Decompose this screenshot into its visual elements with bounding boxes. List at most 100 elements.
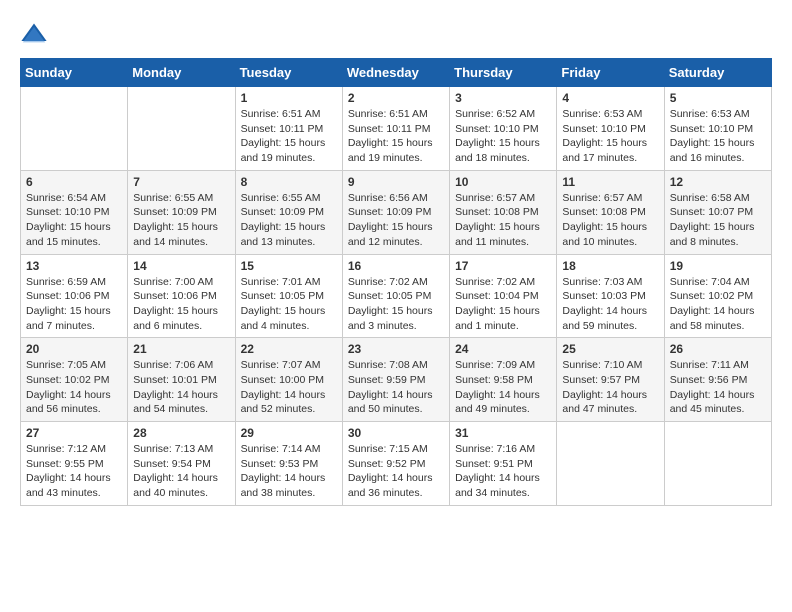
day-header-sunday: Sunday <box>21 59 128 87</box>
day-info: Sunrise: 7:10 AM Sunset: 9:57 PM Dayligh… <box>562 358 658 417</box>
day-info: Sunrise: 6:55 AM Sunset: 10:09 PM Daylig… <box>241 191 337 250</box>
calendar-cell: 3 Sunrise: 6:52 AM Sunset: 10:10 PM Dayli… <box>450 87 557 171</box>
day-info: Sunrise: 7:06 AM Sunset: 10:01 PM Daylig… <box>133 358 229 417</box>
logo-icon <box>20 20 48 48</box>
day-number: 8 <box>241 175 337 189</box>
day-number: 26 <box>670 342 766 356</box>
day-number: 22 <box>241 342 337 356</box>
calendar-cell: 19 Sunrise: 7:04 AM Sunset: 10:02 PM Dayl… <box>664 254 771 338</box>
calendar-cell: 23 Sunrise: 7:08 AM Sunset: 9:59 PM Dayli… <box>342 338 449 422</box>
calendar-cell: 7 Sunrise: 6:55 AM Sunset: 10:09 PM Dayli… <box>128 170 235 254</box>
calendar-week-row: 6 Sunrise: 6:54 AM Sunset: 10:10 PM Dayli… <box>21 170 772 254</box>
calendar-cell: 12Sunrise: 6:58 AM Sunset: 10:07 PM Dayl… <box>664 170 771 254</box>
day-header-tuesday: Tuesday <box>235 59 342 87</box>
calendar-cell <box>21 87 128 171</box>
calendar-week-row: 1 Sunrise: 6:51 AM Sunset: 10:11 PM Dayli… <box>21 87 772 171</box>
day-info: Sunrise: 7:14 AM Sunset: 9:53 PM Dayligh… <box>241 442 337 501</box>
calendar-cell <box>664 422 771 506</box>
day-info: Sunrise: 7:13 AM Sunset: 9:54 PM Dayligh… <box>133 442 229 501</box>
day-number: 18 <box>562 259 658 273</box>
day-info: Sunrise: 7:00 AM Sunset: 10:06 PM Daylig… <box>133 275 229 334</box>
calendar-cell: 11 Sunrise: 6:57 AM Sunset: 10:08 PM Dayl… <box>557 170 664 254</box>
calendar-cell: 10Sunrise: 6:57 AM Sunset: 10:08 PM Dayl… <box>450 170 557 254</box>
day-info: Sunrise: 7:09 AM Sunset: 9:58 PM Dayligh… <box>455 358 551 417</box>
day-info: Sunrise: 6:51 AM Sunset: 10:11 PM Daylig… <box>241 107 337 166</box>
day-header-friday: Friday <box>557 59 664 87</box>
day-number: 15 <box>241 259 337 273</box>
day-info: Sunrise: 6:52 AM Sunset: 10:10 PM Daylig… <box>455 107 551 166</box>
calendar-cell: 17 Sunrise: 7:02 AM Sunset: 10:04 PM Dayl… <box>450 254 557 338</box>
day-info: Sunrise: 7:03 AM Sunset: 10:03 PM Daylig… <box>562 275 658 334</box>
calendar-cell <box>557 422 664 506</box>
calendar-cell: 21 Sunrise: 7:06 AM Sunset: 10:01 PM Dayl… <box>128 338 235 422</box>
calendar-cell: 24 Sunrise: 7:09 AM Sunset: 9:58 PM Dayli… <box>450 338 557 422</box>
calendar-cell <box>128 87 235 171</box>
day-number: 20 <box>26 342 122 356</box>
day-info: Sunrise: 7:02 AM Sunset: 10:05 PM Daylig… <box>348 275 444 334</box>
day-number: 16 <box>348 259 444 273</box>
calendar-cell: 25 Sunrise: 7:10 AM Sunset: 9:57 PM Dayli… <box>557 338 664 422</box>
calendar-cell: 13 Sunrise: 6:59 AM Sunset: 10:06 PM Dayl… <box>21 254 128 338</box>
day-number: 24 <box>455 342 551 356</box>
calendar-cell: 6 Sunrise: 6:54 AM Sunset: 10:10 PM Dayli… <box>21 170 128 254</box>
calendar-week-row: 13 Sunrise: 6:59 AM Sunset: 10:06 PM Dayl… <box>21 254 772 338</box>
calendar-cell: 8 Sunrise: 6:55 AM Sunset: 10:09 PM Dayli… <box>235 170 342 254</box>
day-info: Sunrise: 6:59 AM Sunset: 10:06 PM Daylig… <box>26 275 122 334</box>
day-number: 28 <box>133 426 229 440</box>
calendar-cell: 31 Sunrise: 7:16 AM Sunset: 9:51 PM Dayli… <box>450 422 557 506</box>
calendar-cell: 18 Sunrise: 7:03 AM Sunset: 10:03 PM Dayl… <box>557 254 664 338</box>
day-number: 6 <box>26 175 122 189</box>
day-number: 25 <box>562 342 658 356</box>
day-number: 11 <box>562 175 658 189</box>
calendar-week-row: 20 Sunrise: 7:05 AM Sunset: 10:02 PM Dayl… <box>21 338 772 422</box>
day-number: 30 <box>348 426 444 440</box>
calendar-cell: 15Sunrise: 7:01 AM Sunset: 10:05 PM Dayl… <box>235 254 342 338</box>
day-info: Sunrise: 6:53 AM Sunset: 10:10 PM Daylig… <box>562 107 658 166</box>
calendar-cell: 27Sunrise: 7:12 AM Sunset: 9:55 PM Dayli… <box>21 422 128 506</box>
day-info: Sunrise: 6:57 AM Sunset: 10:08 PM Daylig… <box>562 191 658 250</box>
day-info: Sunrise: 6:55 AM Sunset: 10:09 PM Daylig… <box>133 191 229 250</box>
day-number: 17 <box>455 259 551 273</box>
day-info: Sunrise: 6:54 AM Sunset: 10:10 PM Daylig… <box>26 191 122 250</box>
day-header-thursday: Thursday <box>450 59 557 87</box>
day-number: 13 <box>26 259 122 273</box>
calendar-cell: 28 Sunrise: 7:13 AM Sunset: 9:54 PM Dayli… <box>128 422 235 506</box>
calendar: SundayMondayTuesdayWednesdayThursdayFrid… <box>20 58 772 506</box>
day-header-wednesday: Wednesday <box>342 59 449 87</box>
day-number: 2 <box>348 91 444 105</box>
day-number: 5 <box>670 91 766 105</box>
day-number: 21 <box>133 342 229 356</box>
day-number: 1 <box>241 91 337 105</box>
calendar-cell: 5 Sunrise: 6:53 AM Sunset: 10:10 PM Dayli… <box>664 87 771 171</box>
day-info: Sunrise: 6:51 AM Sunset: 10:11 PM Daylig… <box>348 107 444 166</box>
day-number: 4 <box>562 91 658 105</box>
calendar-cell: 16 Sunrise: 7:02 AM Sunset: 10:05 PM Dayl… <box>342 254 449 338</box>
day-info: Sunrise: 7:05 AM Sunset: 10:02 PM Daylig… <box>26 358 122 417</box>
day-info: Sunrise: 7:08 AM Sunset: 9:59 PM Dayligh… <box>348 358 444 417</box>
day-number: 14 <box>133 259 229 273</box>
calendar-week-row: 27Sunrise: 7:12 AM Sunset: 9:55 PM Dayli… <box>21 422 772 506</box>
day-info: Sunrise: 7:07 AM Sunset: 10:00 PM Daylig… <box>241 358 337 417</box>
calendar-cell: 1 Sunrise: 6:51 AM Sunset: 10:11 PM Dayli… <box>235 87 342 171</box>
day-info: Sunrise: 7:15 AM Sunset: 9:52 PM Dayligh… <box>348 442 444 501</box>
calendar-cell: 20 Sunrise: 7:05 AM Sunset: 10:02 PM Dayl… <box>21 338 128 422</box>
calendar-cell: 4 Sunrise: 6:53 AM Sunset: 10:10 PM Dayli… <box>557 87 664 171</box>
day-info: Sunrise: 7:11 AM Sunset: 9:56 PM Dayligh… <box>670 358 766 417</box>
day-number: 10 <box>455 175 551 189</box>
day-number: 31 <box>455 426 551 440</box>
day-info: Sunrise: 6:53 AM Sunset: 10:10 PM Daylig… <box>670 107 766 166</box>
day-info: Sunrise: 7:02 AM Sunset: 10:04 PM Daylig… <box>455 275 551 334</box>
calendar-cell: 29 Sunrise: 7:14 AM Sunset: 9:53 PM Dayli… <box>235 422 342 506</box>
day-number: 23 <box>348 342 444 356</box>
day-header-saturday: Saturday <box>664 59 771 87</box>
day-number: 19 <box>670 259 766 273</box>
page-header <box>20 20 772 48</box>
day-number: 12 <box>670 175 766 189</box>
day-info: Sunrise: 7:04 AM Sunset: 10:02 PM Daylig… <box>670 275 766 334</box>
day-number: 27 <box>26 426 122 440</box>
calendar-cell: 22 Sunrise: 7:07 AM Sunset: 10:00 PM Dayl… <box>235 338 342 422</box>
day-info: Sunrise: 7:16 AM Sunset: 9:51 PM Dayligh… <box>455 442 551 501</box>
day-number: 7 <box>133 175 229 189</box>
day-number: 29 <box>241 426 337 440</box>
day-number: 3 <box>455 91 551 105</box>
